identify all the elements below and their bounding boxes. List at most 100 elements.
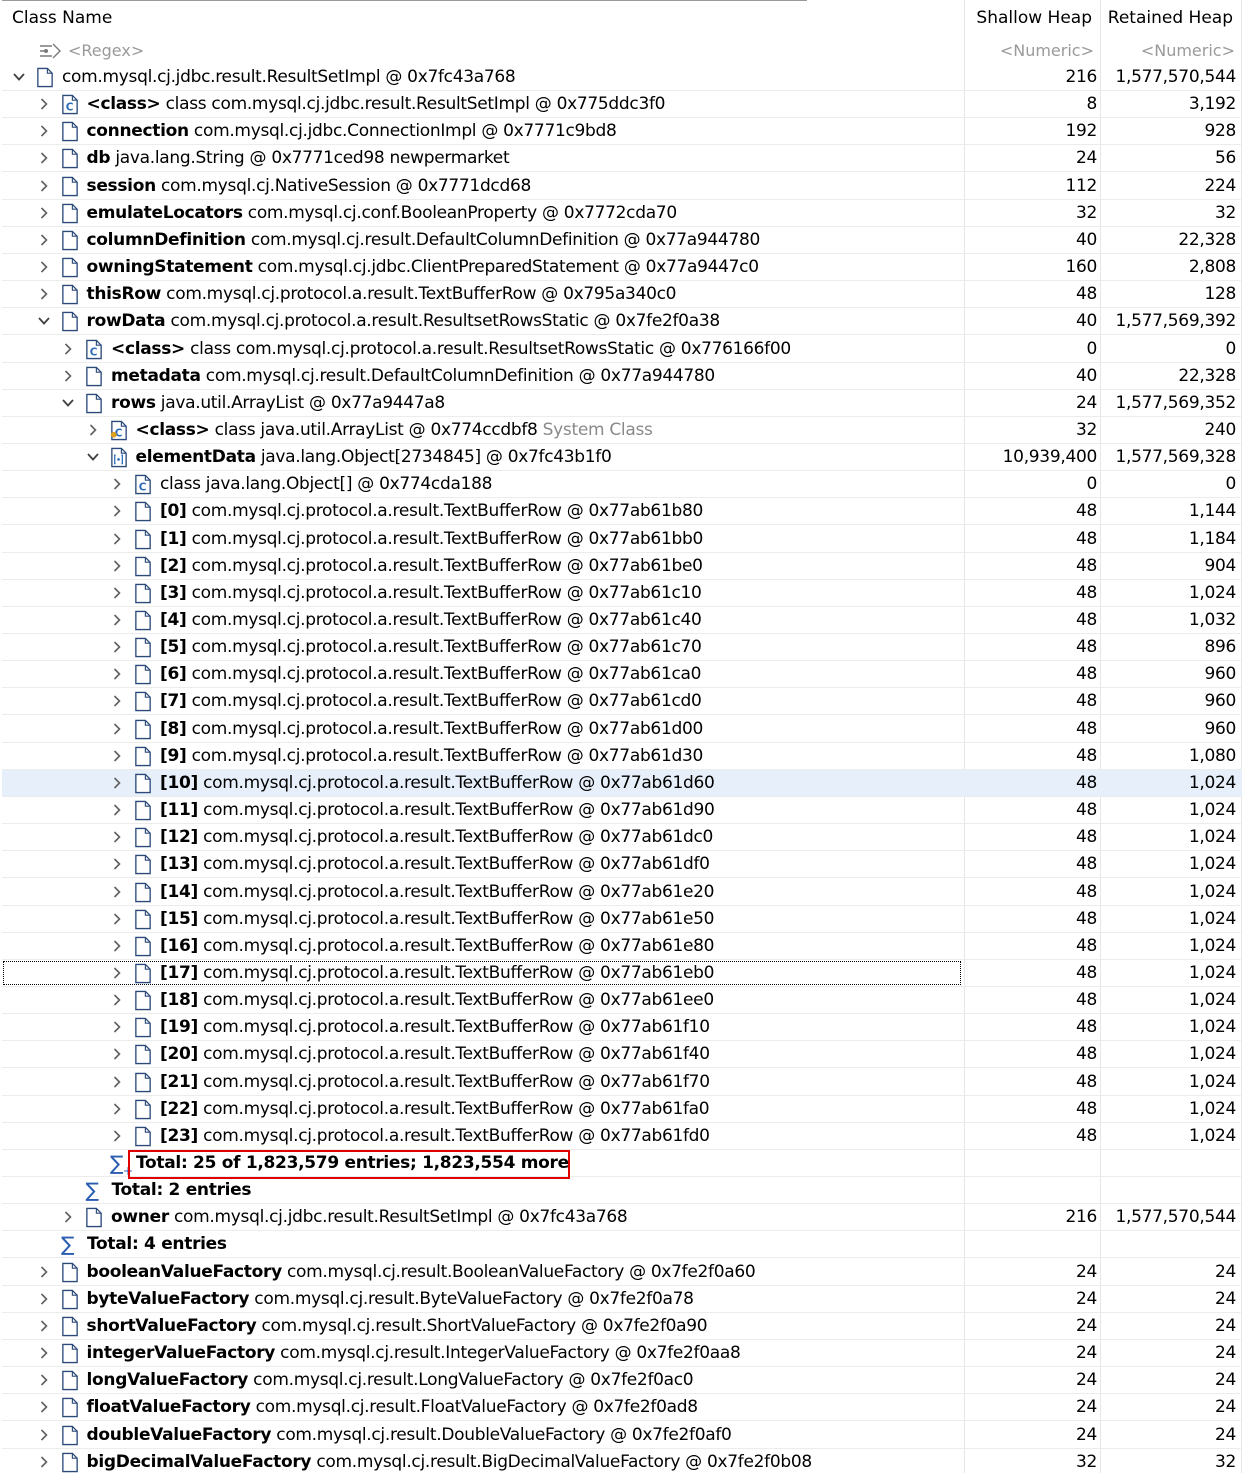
class-name-cell[interactable]: [4] com.mysql.cj.protocol.a.result.TextB… xyxy=(2,607,962,633)
tree-row[interactable]: [20] com.mysql.cj.protocol.a.result.Text… xyxy=(2,1041,1242,1069)
class-name-cell[interactable]: [0] com.mysql.cj.protocol.a.result.TextB… xyxy=(2,498,962,524)
class-name-cell[interactable]: com.mysql.cj.jdbc.result.ResultSetImpl @… xyxy=(2,64,962,90)
class-name-cell[interactable]: rowData com.mysql.cj.protocol.a.result.R… xyxy=(2,308,962,334)
chevron-right-icon[interactable] xyxy=(110,966,124,980)
tree-row[interactable]: [12] com.mysql.cj.protocol.a.result.Text… xyxy=(2,824,1242,852)
tree-row[interactable]: integerValueFactory com.mysql.cj.result.… xyxy=(2,1340,1242,1368)
chevron-right-icon[interactable] xyxy=(37,1292,51,1306)
tree-row[interactable]: longValueFactory com.mysql.cj.result.Lon… xyxy=(2,1367,1242,1395)
class-name-cell[interactable]: [1] com.mysql.cj.protocol.a.result.TextB… xyxy=(2,526,962,552)
tree-row[interactable]: C class java.lang.Object[] @ 0x774cda188… xyxy=(2,471,1242,499)
tree-row[interactable]: [6] com.mysql.cj.protocol.a.result.TextB… xyxy=(2,661,1242,689)
class-name-cell[interactable]: booleanValueFactory com.mysql.cj.result.… xyxy=(2,1259,962,1285)
chevron-right-icon[interactable] xyxy=(37,1373,51,1387)
tree-row[interactable]: thisRow com.mysql.cj.protocol.a.result.T… xyxy=(2,281,1242,309)
class-name-cell[interactable]: [21] com.mysql.cj.protocol.a.result.Text… xyxy=(2,1069,962,1095)
class-name-cell[interactable]: metadata com.mysql.cj.result.DefaultColu… xyxy=(2,363,962,389)
chevron-right-icon[interactable] xyxy=(37,151,51,165)
tree-row[interactable]: [23] com.mysql.cj.protocol.a.result.Text… xyxy=(2,1123,1242,1150)
class-name-cell[interactable]: [16] com.mysql.cj.protocol.a.result.Text… xyxy=(2,933,962,959)
class-name-cell[interactable]: rows java.util.ArrayList @ 0x77a9447a8 xyxy=(2,390,962,416)
chevron-right-icon[interactable] xyxy=(110,1047,124,1061)
chevron-right-icon[interactable] xyxy=(110,830,124,844)
class-name-cell[interactable]: C <class> class com.mysql.cj.protocol.a.r… xyxy=(2,336,962,362)
class-name-cell[interactable]: emulateLocators com.mysql.cj.conf.Boolea… xyxy=(2,200,962,226)
tree-row[interactable]: [1] com.mysql.cj.protocol.a.result.TextB… xyxy=(2,526,1242,553)
class-name-cell[interactable]: [8] com.mysql.cj.protocol.a.result.TextB… xyxy=(2,716,962,742)
chevron-right-icon[interactable] xyxy=(37,233,51,247)
chevron-right-icon[interactable] xyxy=(37,179,51,193)
class-name-cell[interactable]: columnDefinition com.mysql.cj.result.Def… xyxy=(2,227,962,253)
chevron-right-icon[interactable] xyxy=(110,776,124,790)
tree-row[interactable]: C <class> class com.mysql.cj.protocol.a.r… xyxy=(2,336,1242,363)
chevron-right-icon[interactable] xyxy=(110,667,124,681)
chevron-right-icon[interactable] xyxy=(110,857,124,871)
class-name-cell[interactable]: ∑ Total: 2 entries xyxy=(2,1177,962,1203)
tree-row[interactable]: [13] com.mysql.cj.protocol.a.result.Text… xyxy=(2,851,1242,879)
class-name-cell[interactable]: [10] com.mysql.cj.protocol.a.result.Text… xyxy=(2,770,962,796)
chevron-right-icon[interactable] xyxy=(37,260,51,274)
tree-row[interactable]: owner com.mysql.cj.jdbc.result.ResultSet… xyxy=(2,1204,1242,1232)
tree-row[interactable]: bigDecimalValueFactory com.mysql.cj.resu… xyxy=(2,1449,1242,1473)
chevron-right-icon[interactable] xyxy=(37,1319,51,1333)
class-name-cell[interactable]: [7] com.mysql.cj.protocol.a.result.TextB… xyxy=(2,688,962,714)
chevron-right-icon[interactable] xyxy=(37,1455,51,1469)
chevron-right-icon[interactable] xyxy=(110,1020,124,1034)
chevron-right-icon[interactable] xyxy=(61,369,75,383)
tree-row[interactable]: [0] com.mysql.cj.protocol.a.result.TextB… xyxy=(2,498,1242,526)
class-name-cell[interactable]: [15] com.mysql.cj.protocol.a.result.Text… xyxy=(2,906,962,932)
class-name-cell[interactable]: [12] com.mysql.cj.protocol.a.result.Text… xyxy=(2,824,962,850)
class-name-cell[interactable]: byteValueFactory com.mysql.cj.result.Byt… xyxy=(2,1286,962,1312)
total-row[interactable]: ∑ Total: 4 entries xyxy=(2,1231,1242,1259)
retained-heap-numeric-filter[interactable]: <Numeric> xyxy=(1100,37,1235,64)
class-name-cell[interactable]: [22] com.mysql.cj.protocol.a.result.Text… xyxy=(2,1096,962,1122)
class-name-cell[interactable]: [2] com.mysql.cj.protocol.a.result.TextB… xyxy=(2,553,962,579)
tree-row[interactable]: booleanValueFactory com.mysql.cj.result.… xyxy=(2,1259,1242,1286)
class-name-cell[interactable]: ∑ Total: 4 entries xyxy=(2,1231,962,1257)
chevron-right-icon[interactable] xyxy=(37,1400,51,1414)
class-name-cell[interactable]: owner com.mysql.cj.jdbc.result.ResultSet… xyxy=(2,1204,962,1230)
chevron-down-icon[interactable] xyxy=(61,396,75,410)
tree-row[interactable]: rows java.util.ArrayList @ 0x77a9447a8 24… xyxy=(2,390,1242,417)
chevron-right-icon[interactable] xyxy=(110,532,124,546)
chevron-right-icon[interactable] xyxy=(110,993,124,1007)
tree-row[interactable]: [5] com.mysql.cj.protocol.a.result.TextB… xyxy=(2,634,1242,662)
tree-row[interactable]: shortValueFactory com.mysql.cj.result.Sh… xyxy=(2,1313,1242,1340)
class-name-cell[interactable]: [6] com.mysql.cj.protocol.a.result.TextB… xyxy=(2,661,962,687)
class-name-cell[interactable]: [17] com.mysql.cj.protocol.a.result.Text… xyxy=(2,960,962,986)
tree-row[interactable]: [4] com.mysql.cj.protocol.a.result.TextB… xyxy=(2,607,1242,634)
chevron-right-icon[interactable] xyxy=(61,342,75,356)
chevron-right-icon[interactable] xyxy=(110,504,124,518)
class-name-cell[interactable]: [14] com.mysql.cj.protocol.a.result.Text… xyxy=(2,879,962,905)
tree-row[interactable]: [14] com.mysql.cj.protocol.a.result.Text… xyxy=(2,879,1242,906)
chevron-right-icon[interactable] xyxy=(110,749,124,763)
class-name-cell[interactable]: floatValueFactory com.mysql.cj.result.Fl… xyxy=(2,1394,962,1420)
tree-row[interactable]: [2] com.mysql.cj.protocol.a.result.TextB… xyxy=(2,553,1242,580)
tree-row[interactable]: C <class> class com.mysql.cj.jdbc.result.… xyxy=(2,91,1242,119)
class-name-cell[interactable]: shortValueFactory com.mysql.cj.result.Sh… xyxy=(2,1313,962,1339)
class-name-cell[interactable]: [9] com.mysql.cj.protocol.a.result.TextB… xyxy=(2,743,962,769)
chevron-right-icon[interactable] xyxy=(37,1265,51,1279)
class-name-regex-filter[interactable]: <Regex> xyxy=(68,37,144,64)
tree-row[interactable]: [9] com.mysql.cj.protocol.a.result.TextB… xyxy=(2,743,1242,770)
chevron-right-icon[interactable] xyxy=(110,1129,124,1143)
tree-row[interactable]: elementData java.lang.Object[2734845] @ … xyxy=(2,444,1242,472)
class-name-cell[interactable]: db java.lang.String @ 0x7771ced98 newper… xyxy=(2,145,962,171)
class-name-cell[interactable]: [19] com.mysql.cj.protocol.a.result.Text… xyxy=(2,1014,962,1040)
tree-row[interactable]: floatValueFactory com.mysql.cj.result.Fl… xyxy=(2,1394,1242,1422)
tree-row[interactable]: columnDefinition com.mysql.cj.result.Def… xyxy=(2,227,1242,254)
chevron-right-icon[interactable] xyxy=(37,97,51,111)
tree-row[interactable]: [8] com.mysql.cj.protocol.a.result.TextB… xyxy=(2,716,1242,743)
chevron-down-icon[interactable] xyxy=(86,450,100,464)
tree-row[interactable]: byteValueFactory com.mysql.cj.result.Byt… xyxy=(2,1286,1242,1313)
chevron-right-icon[interactable] xyxy=(110,912,124,926)
tree-row[interactable]: owningStatement com.mysql.cj.jdbc.Client… xyxy=(2,254,1242,282)
tree-row[interactable]: [17] com.mysql.cj.protocol.a.result.Text… xyxy=(2,960,1242,987)
chevron-right-icon[interactable] xyxy=(37,124,51,138)
class-name-cell[interactable]: session com.mysql.cj.NativeSession @ 0x7… xyxy=(2,173,962,199)
tree-row[interactable]: [15] com.mysql.cj.protocol.a.result.Text… xyxy=(2,906,1242,933)
class-name-cell[interactable]: [20] com.mysql.cj.protocol.a.result.Text… xyxy=(2,1041,962,1067)
column-header-retained-heap[interactable]: Retained Heap xyxy=(1100,0,1233,37)
class-name-cell[interactable]: connection com.mysql.cj.jdbc.ConnectionI… xyxy=(2,118,962,144)
tree-row[interactable]: doubleValueFactory com.mysql.cj.result.D… xyxy=(2,1422,1242,1449)
